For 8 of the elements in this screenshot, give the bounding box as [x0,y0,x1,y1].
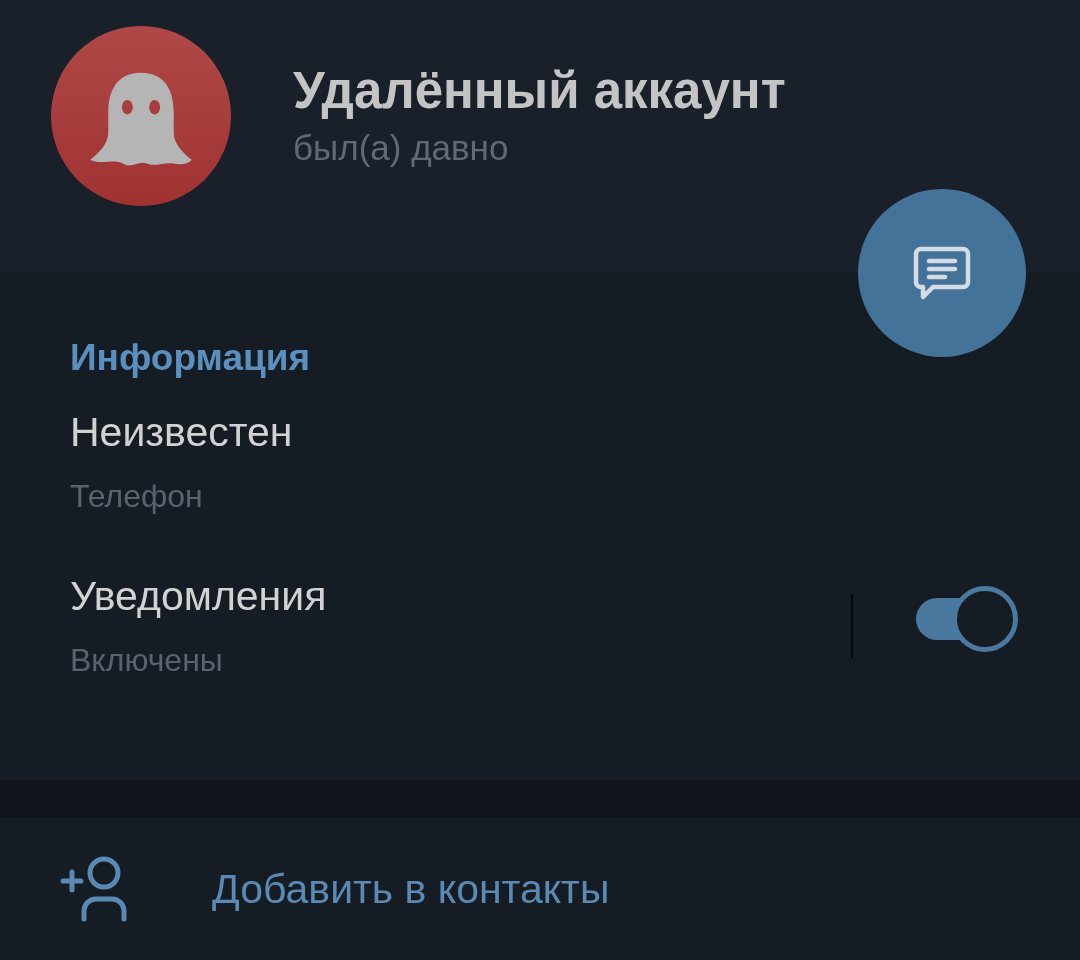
phone-value: Неизвестен [70,408,294,456]
profile-name: Удалённый аккаунт [293,62,786,120]
notifications-title: Уведомления [70,572,328,620]
phone-label: Телефон [70,477,204,516]
section-title: Информация [70,336,312,380]
notifications-state: Включены [70,641,224,680]
last-seen-status: был(а) давно [293,127,510,169]
notifications-toggle[interactable] [914,586,1018,652]
